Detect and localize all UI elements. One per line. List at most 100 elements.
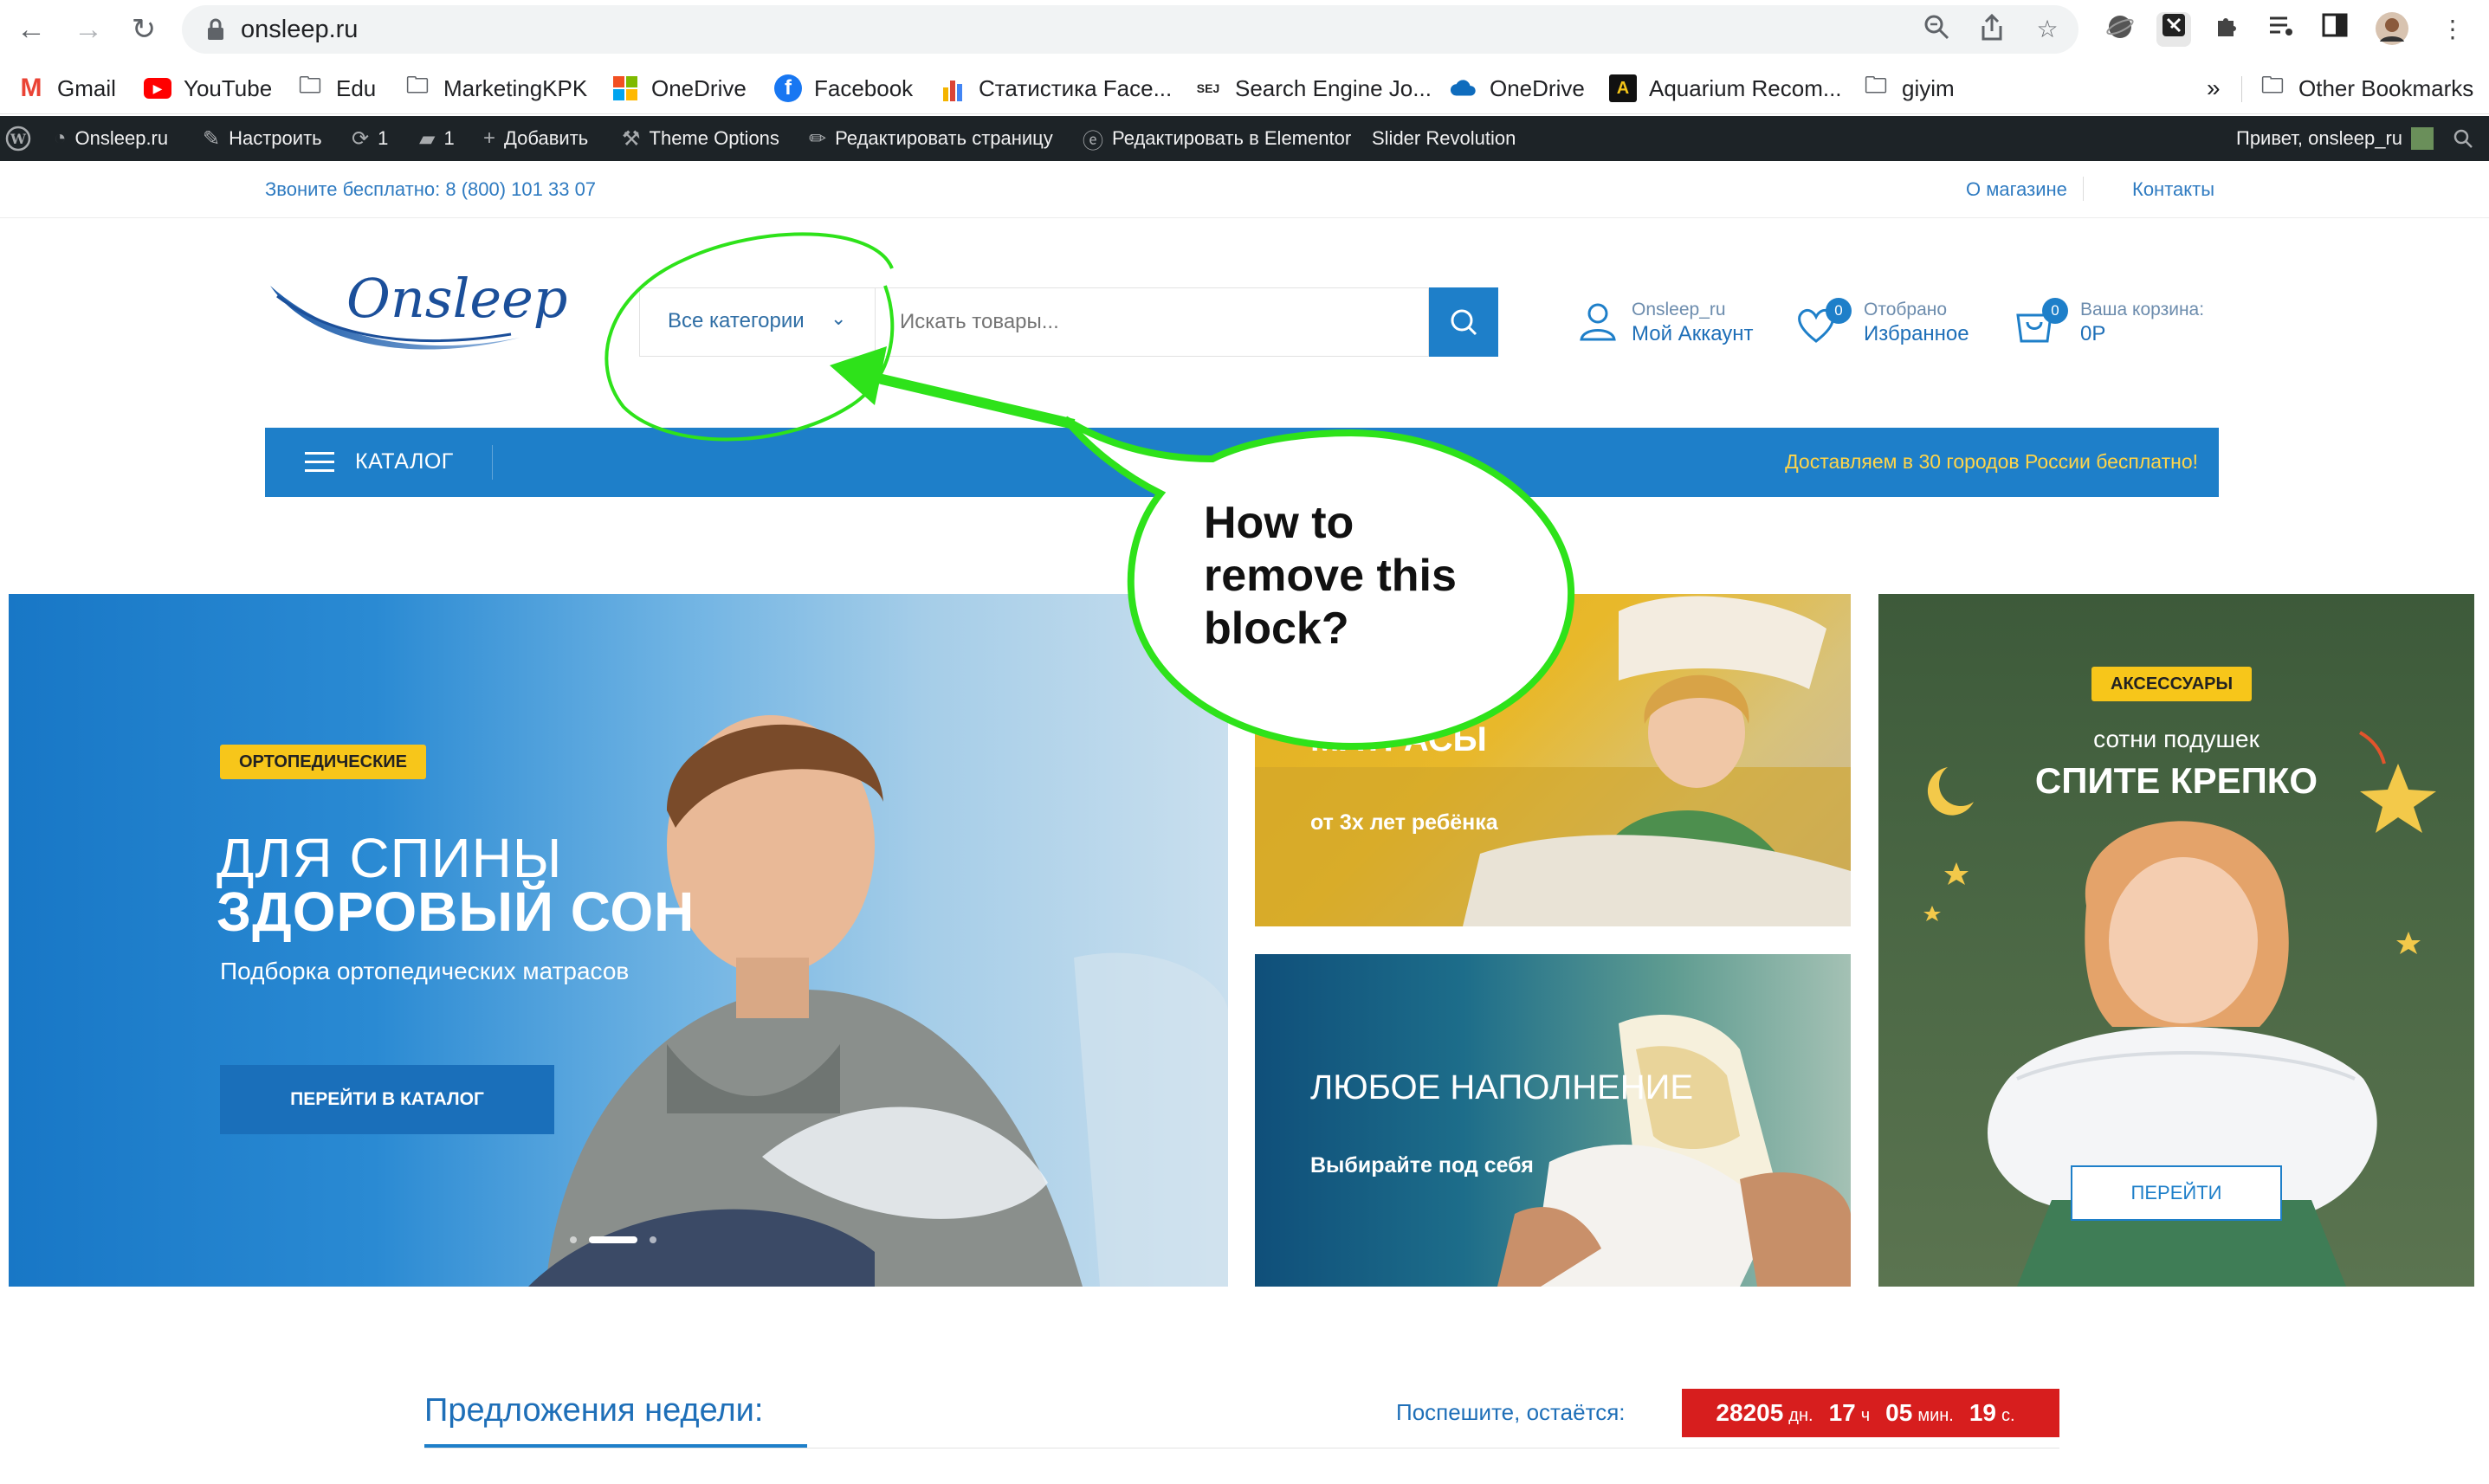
search-icon: [1451, 309, 1477, 336]
cart-total[interactable]: 0Р: [2080, 322, 2105, 346]
folder-icon: 🗀: [1864, 72, 1887, 98]
contacts-link[interactable]: Контакты: [2132, 178, 2214, 201]
browser-menu-icon[interactable]: ⋮: [2435, 12, 2470, 47]
countdown-timer: 28205 дн. 17 ч 05 мин. 19 с.: [1682, 1389, 2059, 1437]
back-arrow-icon[interactable]: ←: [12, 10, 50, 48]
lock-icon[interactable]: [206, 17, 225, 42]
bookmark-marketingkpk[interactable]: 🗀 MarketingKPK: [404, 72, 587, 104]
wp-site-link[interactable]: ◔ Onsleep.ru: [54, 116, 168, 161]
bookmark-edu[interactable]: 🗀 Edu: [296, 72, 376, 104]
wishlist-count-badge: 0: [1826, 298, 1852, 324]
wp-theme-options-link[interactable]: ⚒ Theme Options: [622, 116, 779, 161]
bookmark-gmail[interactable]: M Gmail: [17, 73, 116, 104]
hero-catalog-button[interactable]: ПЕРЕЙТИ В КАТАЛОГ: [220, 1065, 554, 1134]
profile-avatar[interactable]: [2375, 12, 2409, 47]
about-store-link[interactable]: О магазине: [1966, 178, 2067, 201]
logo-text: Onsleep: [346, 267, 568, 330]
category-select[interactable]: Все категории ⌄: [639, 287, 875, 357]
accessories-go-button[interactable]: ПЕРЕЙТИ: [2071, 1165, 2282, 1221]
accessories-banner[interactable]: АКСЕССУАРЫ сотни подушек СПИТЕ КРЕПКО ПЕ…: [1878, 594, 2474, 1287]
chevron-down-icon: ⌄: [831, 307, 847, 329]
zoom-icon[interactable]: [1921, 14, 1952, 45]
catalog-divider: [492, 445, 493, 480]
phone-text[interactable]: Звоните бесплатно: 8 (800) 101 33 07: [265, 178, 596, 201]
hero-subtitle: Подборка ортопедических матрасов: [220, 958, 630, 984]
forward-arrow-icon[interactable]: →: [69, 10, 107, 48]
url-text: onsleep.ru: [241, 16, 359, 43]
user-avatar: [2411, 127, 2434, 150]
wordpress-logo-icon[interactable]: W: [5, 116, 31, 161]
bookmark-facebook[interactable]: f Facebook: [774, 73, 913, 104]
timer-days-unit: дн.: [1788, 1406, 1813, 1425]
address-bar[interactable]: onsleep.ru ☆: [182, 5, 2078, 54]
slider-pagination: [570, 1235, 656, 1245]
wishlist-small-label[interactable]: Отобрано: [1864, 300, 1947, 320]
hero-title-line2: ЗДОРОВЫЙ СОН: [217, 881, 695, 943]
wp-search-icon[interactable]: [2453, 116, 2473, 161]
updates-icon: ⟳: [352, 126, 370, 151]
filling-subtitle: Выбирайте под себя: [1310, 1153, 1534, 1178]
accessories-subtitle: сотни подушек: [2093, 726, 2259, 752]
delivery-notice: Доставляем в 30 городов России бесплатно…: [1785, 450, 2198, 473]
svg-text:W: W: [10, 131, 27, 147]
user-icon: [1580, 303, 1616, 341]
mattress-subtitle: от 3х лет ребёнка: [1310, 810, 1498, 835]
sej-icon: SEJ: [1196, 81, 1220, 95]
aquarium-icon: A: [1609, 74, 1637, 102]
bookmark-onedrive-2[interactable]: OneDrive: [1450, 73, 1585, 104]
cart-small-label[interactable]: Ваша корзина:: [2080, 300, 2204, 320]
wp-edit-page-link[interactable]: ✏ Редактировать страницу: [809, 116, 1053, 161]
brush-icon: ✎: [203, 126, 221, 151]
hamburger-menu-icon[interactable]: [305, 450, 336, 474]
slider-dot[interactable]: [589, 1236, 637, 1243]
wp-add-new-link[interactable]: + Добавить: [483, 116, 588, 161]
slider-dot[interactable]: [570, 1236, 577, 1243]
side-panel-icon[interactable]: [2318, 12, 2352, 47]
bookmark-search-engine-journal[interactable]: SEJ Search Engine Jo...: [1193, 73, 1432, 104]
wp-edit-elementor-link[interactable]: ⓔ Редактировать в Elementor: [1083, 116, 1351, 161]
reading-list-icon[interactable]: [2264, 12, 2298, 47]
top-links-divider: [2083, 177, 2084, 201]
comment-icon: ▰: [419, 126, 436, 151]
bookmark-aquarium[interactable]: A Aquarium Recom...: [1609, 73, 1842, 104]
annotation-line3: block?: [1204, 603, 1349, 654]
filling-banner[interactable]: ЛЮБОЕ НАПОЛНЕНИЕ Выбирайте под себя: [1255, 954, 1851, 1287]
extensions-puzzle-icon[interactable]: [2210, 12, 2245, 47]
timer-hours: 17: [1828, 1399, 1856, 1426]
wp-slider-revolution-link[interactable]: Slider Revolution: [1372, 116, 1516, 161]
account-username[interactable]: Onsleep_ru: [1632, 300, 1726, 320]
catalog-button[interactable]: КАТАЛОГ: [355, 449, 454, 474]
dashboard-icon: ◔: [54, 126, 67, 150]
extension-active-icon[interactable]: [2156, 12, 2191, 47]
browser-toolbar: ← → ↻ onsleep.ru ☆ ⋮: [0, 0, 2489, 57]
folder-icon: 🗀: [298, 72, 321, 98]
bookmark-onedrive[interactable]: OneDrive: [611, 73, 747, 104]
search-button[interactable]: [1429, 287, 1498, 357]
site-logo[interactable]: Onsleep: [260, 251, 567, 390]
account-label[interactable]: Мой Аккаунт: [1632, 322, 1754, 346]
category-select-label: Все категории: [668, 309, 805, 332]
wp-account-greeting[interactable]: Привет, onsleep_ru: [2236, 116, 2434, 161]
wishlist-label[interactable]: Избранное: [1864, 322, 1969, 346]
search-input[interactable]: [875, 287, 1429, 357]
wp-updates-link[interactable]: ⟳ 1: [352, 116, 388, 161]
account-link[interactable]: [1574, 298, 1621, 349]
hero-banner[interactable]: ОРТОПЕДИЧЕСКИЕ ДЛЯ СПИНЫ ЗДОРОВЫЙ СОН По…: [9, 594, 1228, 1287]
onedrive-cloud-icon: [1450, 74, 1477, 102]
annotation-text: How to remove this block?: [1204, 497, 1550, 655]
tools-icon: ⚒: [622, 126, 641, 151]
annotation-arrow-line: [873, 372, 1076, 429]
bookmark-giyim[interactable]: 🗀 giyim: [1862, 72, 1955, 104]
bookmark-other[interactable]: 🗀 Other Bookmarks: [2259, 72, 2473, 104]
reload-icon[interactable]: ↻: [125, 10, 163, 48]
wp-customize-link[interactable]: ✎ Настроить: [203, 116, 322, 161]
bookmark-statistika[interactable]: Статистика Face...: [939, 73, 1172, 104]
share-icon[interactable]: [1976, 13, 2007, 45]
accessories-tag: АКСЕССУАРЫ: [2091, 667, 2253, 701]
bookmarks-overflow[interactable]: »: [2207, 73, 2221, 104]
slider-dot[interactable]: [650, 1236, 656, 1243]
wp-comments-link[interactable]: ▰ 1: [419, 116, 455, 161]
bookmark-youtube[interactable]: ▶ YouTube: [144, 73, 272, 104]
bookmark-star-icon[interactable]: ☆: [2032, 14, 2063, 45]
extension-planet-icon[interactable]: [2103, 12, 2137, 47]
